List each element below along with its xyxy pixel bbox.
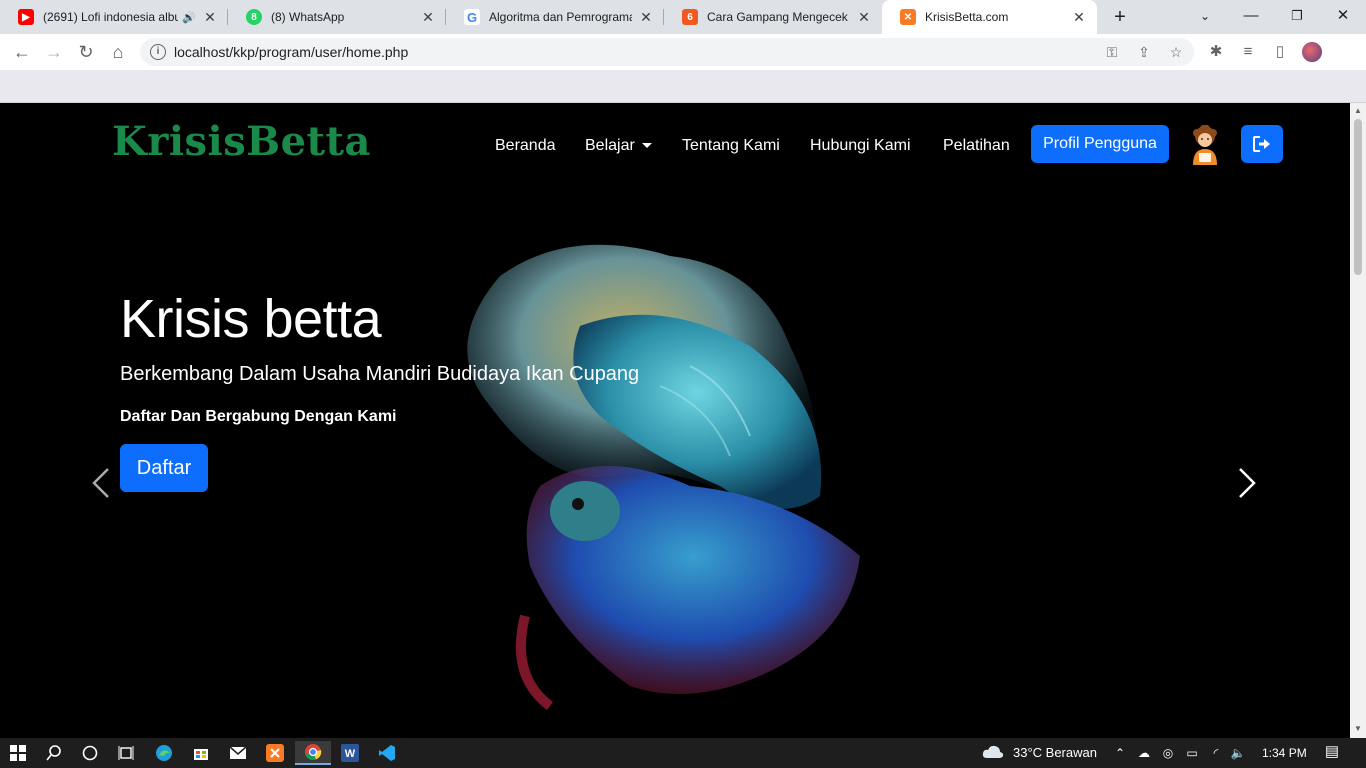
web-page: KrisisBetta Beranda Belajar Tentang Kami… (0, 103, 1350, 738)
key-icon[interactable]: ⚿ (1102, 42, 1122, 62)
cortana-icon[interactable] (72, 741, 108, 765)
url-text: localhost/kkp/program/user/home.php (174, 44, 409, 60)
battery-icon[interactable]: ▭ (1184, 745, 1200, 761)
word-icon[interactable]: W (332, 741, 368, 765)
xampp-icon: ✕ (900, 9, 916, 25)
hero-cta-text: Daftar Dan Bergabung Dengan Kami (120, 408, 397, 425)
close-window-button[interactable]: ✕ (1320, 0, 1366, 34)
back-button[interactable]: ← (10, 40, 34, 64)
xampp-icon[interactable] (257, 741, 293, 765)
whatsapp-icon: 8 (246, 9, 262, 25)
cloud-icon[interactable] (982, 744, 1004, 760)
address-bar[interactable]: i localhost/kkp/program/user/home.php ⚿ … (140, 38, 1194, 66)
bookmark-bar (0, 70, 1366, 103)
close-icon[interactable]: ✕ (420, 9, 436, 26)
windows-icon (10, 745, 26, 761)
browser-profile-avatar[interactable] (1300, 40, 1324, 64)
scroll-up-icon[interactable]: ▲ (1354, 107, 1362, 115)
tab-title: Cara Gampang Mengecek Ejaan (707, 10, 850, 24)
home-button[interactable]: ⌂ (106, 40, 130, 64)
tab-ejaan[interactable]: 6 Cara Gampang Mengecek Ejaan ✕ (664, 0, 882, 34)
meet-now-icon[interactable]: ◎ (1160, 745, 1176, 761)
logout-icon (1253, 136, 1270, 152)
media-control-icon[interactable]: ≡ (1236, 40, 1260, 64)
youtube-icon: ▶ (18, 9, 34, 25)
close-icon[interactable]: ✕ (202, 9, 218, 26)
wifi-icon[interactable]: ◜ (1208, 745, 1224, 761)
chevron-up-icon[interactable]: ⌃ (1112, 745, 1128, 761)
betta-fish-image (467, 244, 860, 710)
tab-search-icon[interactable]: ⌄ (1182, 0, 1228, 34)
logout-button[interactable] (1241, 125, 1283, 163)
mail-icon[interactable] (220, 741, 256, 765)
nav-pelatihan[interactable]: Pelatihan (943, 137, 1010, 155)
share-icon[interactable]: ⇪ (1134, 42, 1154, 62)
edge-icon[interactable] (146, 741, 182, 765)
scroll-down-icon[interactable]: ▼ (1354, 725, 1362, 733)
browser-toolbar: ← → ↻ ⌂ i localhost/kkp/program/user/hom… (0, 34, 1366, 70)
tab-title: Algoritma dan Pemrograman (489, 10, 632, 24)
forward-button[interactable]: → (42, 40, 66, 64)
vscode-icon[interactable] (369, 741, 405, 765)
speaker-icon[interactable]: 🔊 (182, 11, 196, 24)
task-view-icon[interactable] (108, 741, 144, 765)
chrome-icon[interactable] (295, 741, 331, 765)
minimize-button[interactable]: — (1228, 0, 1274, 34)
hero-title: Krisis betta (120, 289, 382, 349)
reload-button[interactable]: ↻ (74, 40, 98, 64)
extensions-icon[interactable]: ✱ (1204, 40, 1228, 64)
daftar-button[interactable]: Daftar (120, 444, 208, 492)
nav-label: Belajar (585, 137, 635, 154)
site-6-icon: 6 (682, 9, 698, 25)
scroll-thumb[interactable] (1354, 119, 1362, 275)
tab-krisisbetta[interactable]: ✕ KrisisBetta.com ✕ (882, 0, 1097, 34)
store-icon[interactable] (183, 741, 219, 765)
close-icon[interactable]: ✕ (1071, 9, 1087, 26)
carousel-next-icon[interactable] (1232, 463, 1262, 503)
user-avatar-icon[interactable] (1189, 125, 1221, 165)
onedrive-icon[interactable]: ☁ (1136, 745, 1152, 761)
carousel-prev-icon[interactable] (86, 463, 116, 503)
close-icon[interactable]: ✕ (856, 9, 872, 26)
hero-subtitle: Berkembang Dalam Usaha Mandiri Budidaya … (120, 363, 640, 385)
start-button[interactable] (0, 741, 36, 765)
volume-icon[interactable]: 🔈 (1230, 745, 1246, 761)
tab-title: KrisisBetta.com (925, 10, 1009, 24)
windows-taskbar: W 33°C Berawan ⌃ ☁ ◎ ▭ ◜ 🔈 1:34 PM ▤ (0, 738, 1366, 768)
profile-button[interactable]: Profil Pengguna (1031, 125, 1169, 163)
nav-tentang-kami[interactable]: Tentang Kami (682, 137, 780, 155)
restore-button[interactable]: ❐ (1274, 0, 1320, 34)
tab-title: (2691) Lofi indonesia album (43, 10, 179, 24)
nav-beranda[interactable]: Beranda (495, 137, 556, 155)
tab-youtube[interactable]: ▶ (2691) Lofi indonesia album 🔊 ✕ (0, 0, 228, 34)
weather-text[interactable]: 33°C Berawan (1013, 738, 1097, 768)
tab-title: (8) WhatsApp (271, 10, 345, 24)
new-tab-button[interactable]: + (1108, 5, 1132, 29)
tab-strip: ▶ (2691) Lofi indonesia album 🔊 ✕ 8 (8) … (0, 0, 1366, 34)
nav-belajar-dropdown[interactable]: Belajar (585, 137, 652, 155)
notification-icon[interactable]: ▤ (1324, 744, 1340, 760)
google-icon: G (464, 9, 480, 25)
tab-whatsapp[interactable]: 8 (8) WhatsApp ✕ (228, 0, 446, 34)
star-icon[interactable]: ☆ (1166, 42, 1186, 62)
tab-google[interactable]: G Algoritma dan Pemrograman ✕ (446, 0, 664, 34)
close-icon[interactable]: ✕ (638, 9, 654, 26)
clock-time[interactable]: 1:34 PM (1262, 738, 1307, 768)
caret-down-icon (641, 143, 652, 149)
page-scrollbar[interactable]: ▲ ▼ (1350, 103, 1366, 738)
brand-logo[interactable]: KrisisBetta (112, 118, 371, 165)
search-icon[interactable] (36, 741, 72, 765)
nav-hubungi-kami[interactable]: Hubungi Kami (810, 137, 911, 155)
site-info-icon[interactable]: i (150, 44, 166, 60)
svg-text:W: W (345, 748, 356, 760)
side-panel-icon[interactable]: ▯ (1268, 40, 1292, 64)
